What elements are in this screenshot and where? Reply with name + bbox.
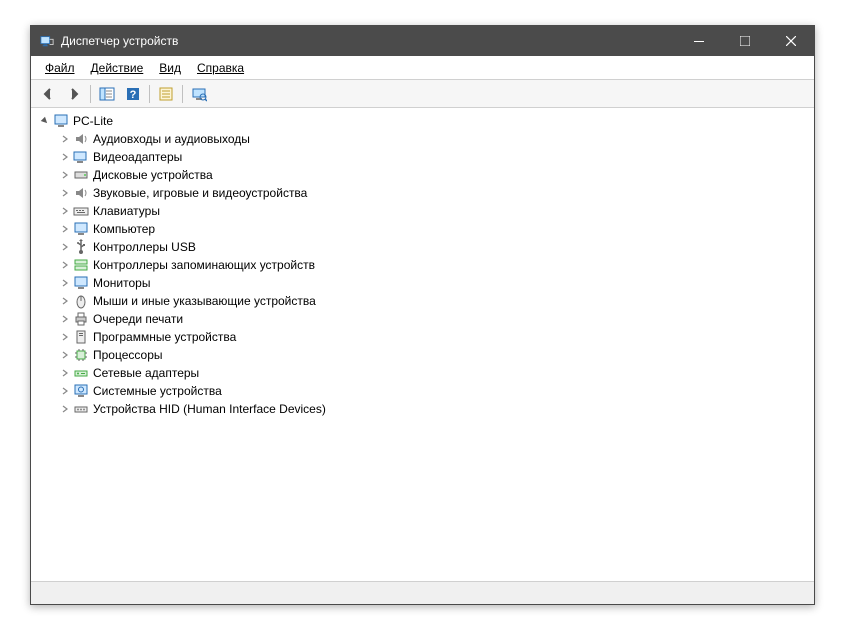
expander-closed-icon[interactable] bbox=[59, 367, 71, 379]
tree-item-print[interactable]: Очереди печати bbox=[31, 310, 814, 328]
statusbar bbox=[31, 582, 814, 604]
expander-closed-icon[interactable] bbox=[59, 133, 71, 145]
menu-file[interactable]: Файл bbox=[37, 59, 83, 77]
tree-root[interactable]: PC-Lite bbox=[31, 112, 814, 130]
computer-icon bbox=[53, 113, 69, 129]
tree-item-label: Контроллеры запоминающих устройств bbox=[93, 256, 315, 274]
tree-item-storage[interactable]: Контроллеры запоминающих устройств bbox=[31, 256, 814, 274]
tree-item-label: Устройства HID (Human Interface Devices) bbox=[93, 400, 326, 418]
tree-item-label: Программные устройства bbox=[93, 328, 236, 346]
expander-closed-icon[interactable] bbox=[59, 151, 71, 163]
toolbar-separator bbox=[182, 85, 183, 103]
back-button[interactable] bbox=[36, 83, 60, 105]
menu-view[interactable]: Вид bbox=[151, 59, 189, 77]
expander-closed-icon[interactable] bbox=[59, 205, 71, 217]
tree-item-label: Видеоадаптеры bbox=[93, 148, 182, 166]
menubar: Файл Действие Вид Справка bbox=[31, 56, 814, 80]
tree-item-monitor[interactable]: Мониторы bbox=[31, 274, 814, 292]
tree-item-cpu[interactable]: Процессоры bbox=[31, 346, 814, 364]
properties-button[interactable] bbox=[154, 83, 178, 105]
tree-item-usb[interactable]: Контроллеры USB bbox=[31, 238, 814, 256]
expander-closed-icon[interactable] bbox=[59, 169, 71, 181]
tree-item-computer[interactable]: Компьютер bbox=[31, 220, 814, 238]
tree-item-label: Очереди печати bbox=[93, 310, 183, 328]
app-icon bbox=[39, 33, 55, 49]
window-title: Диспетчер устройств bbox=[61, 34, 676, 48]
tree-item-label: Звуковые, игровые и видеоустройства bbox=[93, 184, 307, 202]
tree-item-label: Клавиатуры bbox=[93, 202, 160, 220]
audio-icon bbox=[73, 131, 89, 147]
expander-closed-icon[interactable] bbox=[59, 295, 71, 307]
keyboard-icon bbox=[73, 203, 89, 219]
hid-icon bbox=[73, 401, 89, 417]
system-icon bbox=[73, 383, 89, 399]
software-icon bbox=[73, 329, 89, 345]
tree-item-mouse[interactable]: Мыши и иные указывающие устройства bbox=[31, 292, 814, 310]
expander-closed-icon[interactable] bbox=[59, 259, 71, 271]
tree-item-hid[interactable]: Устройства HID (Human Interface Devices) bbox=[31, 400, 814, 418]
tree-item-network[interactable]: Сетевые адаптеры bbox=[31, 364, 814, 382]
svg-text:?: ? bbox=[130, 89, 137, 101]
device-tree: PC-Lite Аудиовходы и аудиовыходыВидеоада… bbox=[31, 112, 814, 418]
close-button[interactable] bbox=[768, 26, 814, 56]
tree-item-label: Системные устройства bbox=[93, 382, 222, 400]
show-hide-tree-button[interactable] bbox=[95, 83, 119, 105]
expander-open-icon[interactable] bbox=[39, 115, 51, 127]
monitor-icon bbox=[73, 275, 89, 291]
root-label: PC-Lite bbox=[73, 112, 113, 130]
expander-closed-icon[interactable] bbox=[59, 385, 71, 397]
tree-item-label: Мониторы bbox=[93, 274, 150, 292]
toolbar-separator bbox=[90, 85, 91, 103]
expander-closed-icon[interactable] bbox=[59, 187, 71, 199]
tree-item-software[interactable]: Программные устройства bbox=[31, 328, 814, 346]
print-icon bbox=[73, 311, 89, 327]
device-tree-panel[interactable]: PC-Lite Аудиовходы и аудиовыходыВидеоада… bbox=[31, 108, 814, 582]
device-manager-window: Диспетчер устройств Файл Действие Вид Сп… bbox=[30, 25, 815, 605]
expander-closed-icon[interactable] bbox=[59, 223, 71, 235]
tree-item-label: Процессоры bbox=[93, 346, 163, 364]
menu-action[interactable]: Действие bbox=[83, 59, 152, 77]
tree-item-audio[interactable]: Аудиовходы и аудиовыходы bbox=[31, 130, 814, 148]
expander-closed-icon[interactable] bbox=[59, 331, 71, 343]
expander-closed-icon[interactable] bbox=[59, 313, 71, 325]
menu-help[interactable]: Справка bbox=[189, 59, 252, 77]
titlebar: Диспетчер устройств bbox=[31, 26, 814, 56]
cpu-icon bbox=[73, 347, 89, 363]
storage-icon bbox=[73, 257, 89, 273]
tree-item-label: Компьютер bbox=[93, 220, 155, 238]
usb-icon bbox=[73, 239, 89, 255]
tree-item-system[interactable]: Системные устройства bbox=[31, 382, 814, 400]
computer-icon bbox=[73, 221, 89, 237]
tree-item-label: Аудиовходы и аудиовыходы bbox=[93, 130, 250, 148]
minimize-button[interactable] bbox=[676, 26, 722, 56]
video-icon bbox=[73, 149, 89, 165]
network-icon bbox=[73, 365, 89, 381]
mouse-icon bbox=[73, 293, 89, 309]
tree-item-label: Мыши и иные указывающие устройства bbox=[93, 292, 316, 310]
tree-item-label: Дисковые устройства bbox=[93, 166, 213, 184]
toolbar: ? bbox=[31, 80, 814, 108]
maximize-button[interactable] bbox=[722, 26, 768, 56]
expander-closed-icon[interactable] bbox=[59, 241, 71, 253]
expander-closed-icon[interactable] bbox=[59, 277, 71, 289]
expander-closed-icon[interactable] bbox=[59, 349, 71, 361]
scan-hardware-button[interactable] bbox=[187, 83, 211, 105]
sound-icon bbox=[73, 185, 89, 201]
help-button[interactable]: ? bbox=[121, 83, 145, 105]
disk-icon bbox=[73, 167, 89, 183]
tree-item-disk[interactable]: Дисковые устройства bbox=[31, 166, 814, 184]
expander-closed-icon[interactable] bbox=[59, 403, 71, 415]
tree-item-sound[interactable]: Звуковые, игровые и видеоустройства bbox=[31, 184, 814, 202]
tree-item-label: Сетевые адаптеры bbox=[93, 364, 199, 382]
toolbar-separator bbox=[149, 85, 150, 103]
tree-item-label: Контроллеры USB bbox=[93, 238, 196, 256]
forward-button[interactable] bbox=[62, 83, 86, 105]
tree-item-keyboard[interactable]: Клавиатуры bbox=[31, 202, 814, 220]
tree-item-video[interactable]: Видеоадаптеры bbox=[31, 148, 814, 166]
window-controls bbox=[676, 26, 814, 56]
